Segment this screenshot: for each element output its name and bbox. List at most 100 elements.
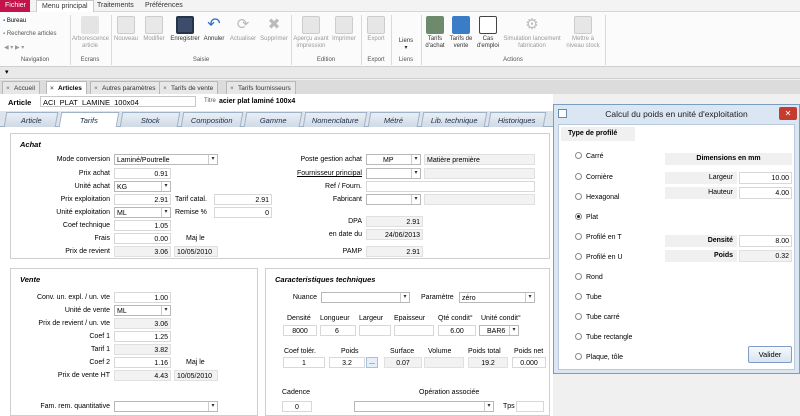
unite-achat-select[interactable]: KG ▾ (114, 181, 171, 192)
recherche-link[interactable]: ▪ Recherche articles (3, 31, 57, 37)
apercu-button[interactable]: Aperçu avant impression (293, 14, 329, 50)
tab-historiques[interactable]: Historiques (487, 112, 547, 127)
export-button[interactable]: Export (363, 14, 389, 43)
tab-traitements[interactable]: Traitements (92, 0, 139, 12)
qte-condit-header: Qté condit° (438, 315, 473, 322)
unite-exploitation-label: Unité exploitation (56, 209, 110, 216)
radio-plat[interactable]: Plat (575, 213, 598, 221)
purchase-price-icon (426, 16, 444, 34)
ref-fourn-field[interactable] (366, 181, 535, 192)
dpa-label: DPA (348, 218, 362, 225)
tab-nomenclature[interactable]: Nomenclature (302, 112, 368, 127)
doc-tab-autres-parametres[interactable]: × Autres paramètres (90, 81, 161, 94)
prix-exploitation-field[interactable]: 2.91 (114, 194, 171, 205)
tab-article[interactable]: Article (3, 112, 59, 127)
radio-tube-rectangle[interactable]: Tube rectangle (575, 333, 632, 341)
tab-composition[interactable]: Composition (180, 112, 244, 127)
radio-rond[interactable]: Rond (575, 273, 603, 281)
doc-tab-articles[interactable]: × Articles (46, 81, 87, 94)
tps-field[interactable] (516, 401, 544, 412)
tab-lib-technique[interactable]: Lib. technique (420, 112, 488, 127)
article-code-field[interactable]: ACI_PLAT_LAMINE_100x04 (40, 96, 196, 107)
qte-condit-field[interactable]: 6.00 (438, 325, 476, 336)
frais-field[interactable]: 0.00 (114, 233, 171, 244)
annuler-button[interactable]: ↶ Annuler (202, 14, 226, 43)
unite-condit-select[interactable]: BAR6 ▾ (479, 325, 519, 336)
nuance-select[interactable]: ▾ (321, 292, 410, 303)
enregistrer-button[interactable]: Enregistrer (168, 14, 202, 43)
tab-menu-principal[interactable]: Menu principal (36, 0, 94, 12)
poids-calc-button[interactable]: ... (366, 357, 378, 368)
imprimer-button[interactable]: Imprimer (330, 14, 358, 43)
modifier-button[interactable]: Modifier (141, 14, 167, 43)
prix-achat-field[interactable]: 0.91 (114, 168, 171, 179)
remise-field[interactable]: 0 (214, 207, 272, 218)
simulation-button[interactable]: ⚙ Simulation lancement fabrication (502, 14, 562, 50)
cas-emploi-button[interactable]: Cas d'emploi (476, 14, 500, 50)
poste-gestion-select[interactable]: MP ▾ (366, 154, 421, 165)
conv-field[interactable]: 1.00 (114, 292, 171, 303)
supprimer-button[interactable]: ✖ Supprimer (258, 14, 290, 43)
radio-profile-u[interactable]: Profilé en U (575, 253, 623, 261)
parametre-select[interactable]: zéro ▾ (459, 292, 535, 303)
valider-button[interactable]: Valider (748, 346, 792, 363)
weight-calc-dialog: Calcul du poids en unité d'exploitation … (553, 104, 800, 374)
conv-label: Conv. un. expl. / un. vte (36, 294, 110, 301)
poids-total-header: Poids total (468, 348, 501, 355)
tab-preferences[interactable]: Préférences (140, 0, 188, 12)
fournisseur-select[interactable]: ▾ (366, 168, 421, 179)
nav-arrows[interactable]: ◀ ▾ ▶ ▾ (4, 44, 24, 51)
tab-tarifs[interactable]: Tarifs (58, 112, 120, 127)
radio-corniere[interactable]: Cornière (575, 173, 613, 181)
actualiser-button[interactable]: ⟳ Actualiser (228, 14, 258, 43)
remise-label: Remise % (175, 209, 207, 216)
cadence-field[interactable]: 0 (282, 401, 312, 412)
radio-tube[interactable]: Tube (575, 293, 602, 301)
largeur-field[interactable]: 10.00 (739, 172, 792, 184)
tab-metre[interactable]: Métré (367, 112, 421, 127)
tab-gamme[interactable]: Gamme (243, 112, 303, 127)
largeur-field[interactable] (359, 325, 391, 336)
longueur-field[interactable]: 6 (320, 325, 356, 336)
operation-select[interactable]: ▾ (354, 401, 494, 412)
doc-tab-tarifs-vente[interactable]: × Tarifs de vente (159, 81, 219, 94)
fam-rem-select[interactable]: ▾ (114, 401, 218, 412)
epaisseur-field[interactable] (394, 325, 434, 336)
nouveau-button[interactable]: Nouveau (114, 14, 138, 43)
coef-toler-field[interactable]: 1 (283, 357, 325, 368)
radio-carre[interactable]: Carré (575, 152, 604, 160)
radio-plaque-tole[interactable]: Plaque, tôle (575, 353, 623, 361)
radio-tube-carre[interactable]: Tube carré (575, 313, 620, 321)
parametre-label: Paramètre (421, 294, 454, 301)
nouveau-stock-button[interactable]: Mettre à niveau stock (565, 14, 601, 50)
radio-hexagonal[interactable]: Hexagonal (575, 193, 619, 201)
tarifs-achat-button[interactable]: Tarifs d'achat (423, 14, 447, 50)
unite-exploitation-select[interactable]: ML ▾ (114, 207, 171, 218)
doc-tab-accueil[interactable]: × Accueil (2, 81, 40, 94)
poids-field[interactable]: 3.2 (329, 357, 365, 368)
largeur-label: Largeur (665, 172, 737, 184)
densite-field[interactable]: 8.00 (739, 235, 792, 247)
densite-field[interactable]: 8000 (283, 325, 317, 336)
liens-button[interactable]: Liens ▾ (393, 38, 419, 52)
fabricant-select[interactable]: ▾ (366, 194, 421, 205)
hauteur-field[interactable]: 4.00 (739, 187, 792, 199)
arborescence-button[interactable]: Arborescence article (72, 14, 109, 50)
close-button[interactable]: ✕ (779, 107, 797, 120)
poids-net-field[interactable]: 0.000 (512, 357, 546, 368)
chevron-down-icon: ▾ (161, 306, 170, 315)
file-menu-tab[interactable]: Fichier (0, 0, 30, 12)
tab-stock[interactable]: Stock (119, 112, 181, 127)
mode-conversion-select[interactable]: Laminé/Poutrelle ▾ (114, 154, 218, 165)
coef-technique-field[interactable]: 1.05 (114, 220, 171, 231)
delete-icon: ✖ (267, 16, 281, 33)
bureau-link[interactable]: ▪ Bureau (3, 18, 26, 24)
coef1-field[interactable]: 1.25 (114, 331, 171, 342)
doc-tab-tarifs-fournisseurs[interactable]: × Tarifs fournisseurs (226, 81, 296, 94)
unite-vente-select[interactable]: ML ▾ (114, 305, 171, 316)
radio-profile-t[interactable]: Profilé en T (575, 233, 622, 241)
collapse-icon[interactable]: ▾ (5, 68, 9, 76)
fournisseur-label[interactable]: Fournisseur principal (262, 170, 362, 177)
coef2-field[interactable]: 1.16 (114, 357, 171, 368)
tarifs-vente-button[interactable]: Tarifs de vente (448, 14, 474, 50)
